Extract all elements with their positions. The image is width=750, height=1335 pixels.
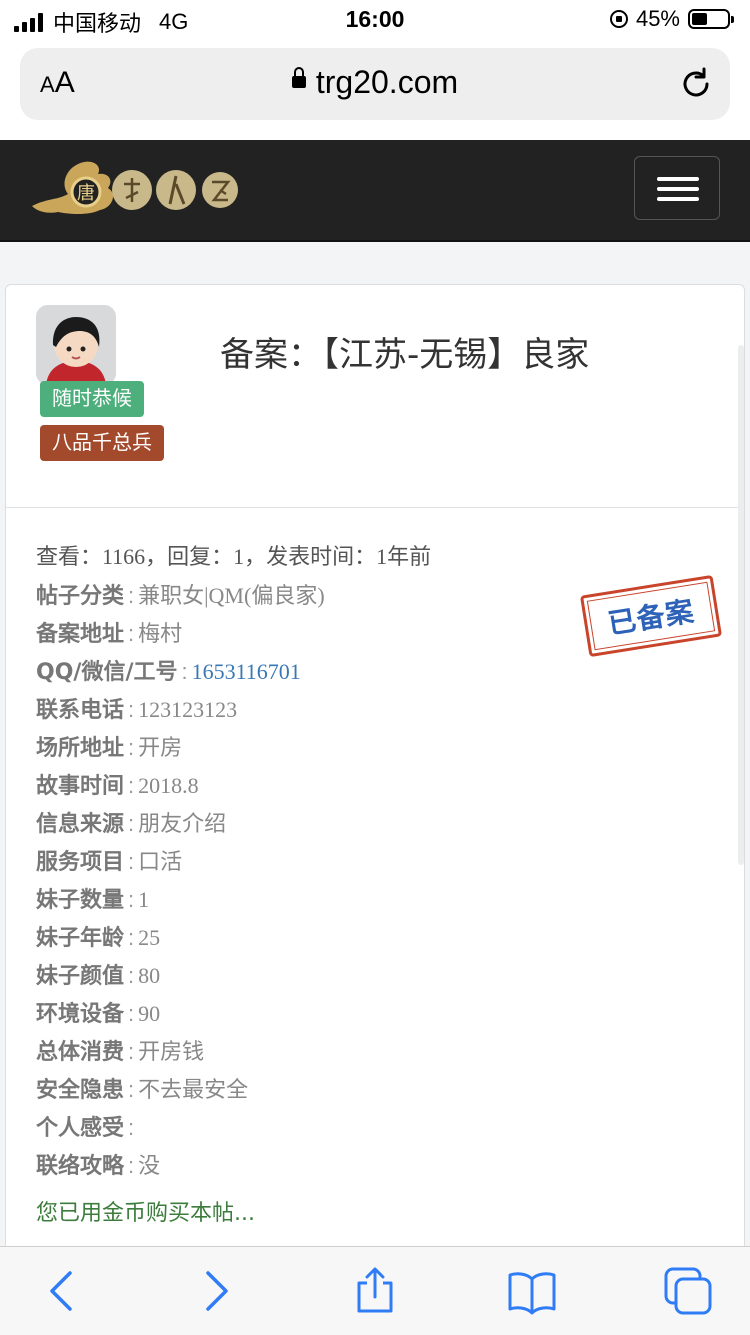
post-header: 随时恭候 八品千总兵 备案：【江苏-无锡】良家 xyxy=(6,285,744,508)
rotation-lock-icon xyxy=(609,10,628,28)
field-value: 口活 xyxy=(138,849,183,874)
field-separator: : xyxy=(128,1001,135,1026)
field-label: 场所地址 xyxy=(36,736,125,761)
post-field-row: 帖子分类: 兼职女|QM(偏良家) xyxy=(36,577,325,615)
field-value: 25 xyxy=(138,925,161,950)
scrollbar[interactable] xyxy=(738,345,744,865)
url-text: trg20.com xyxy=(315,64,459,100)
post-field-row: 妹子年龄:25 xyxy=(36,919,325,957)
field-value: 开房 xyxy=(138,735,183,760)
avatar[interactable] xyxy=(36,305,116,385)
field-separator: : xyxy=(128,963,135,988)
post-field-row: QQ/微信/工号:1653116701 xyxy=(36,653,325,691)
user-badge-rank: 八品千总兵 xyxy=(40,425,164,461)
browser-address-area: AA trg20.com xyxy=(0,44,750,140)
field-label: 环境设备 xyxy=(36,1002,125,1027)
field-value: 梅村 xyxy=(138,621,183,646)
field-label: QQ/微信/工号 xyxy=(36,660,178,685)
post-field-row: 信息来源: 朋友介绍 xyxy=(36,805,325,843)
field-separator: : xyxy=(128,621,135,646)
site-header: 唐 xyxy=(0,140,750,242)
status-bar: 中国移动 4G 16:00 45% xyxy=(0,0,750,44)
field-label: 帖子分类 xyxy=(36,584,125,609)
post-field-row: 个人感受: xyxy=(36,1109,325,1147)
url-display[interactable]: trg20.com xyxy=(20,64,730,101)
field-value: 没 xyxy=(138,1153,161,1178)
field-label: 妹子颜值 xyxy=(36,964,125,989)
field-label: 妹子年龄 xyxy=(36,926,125,951)
browser-toolbar xyxy=(0,1246,750,1335)
field-separator: : xyxy=(128,1039,135,1064)
forward-icon[interactable] xyxy=(192,1267,240,1315)
post-field-row: 联系电话:123123123 xyxy=(36,691,325,729)
field-value: 开房钱 xyxy=(138,1039,205,1064)
field-separator: : xyxy=(128,735,135,760)
field-label: 服务项目 xyxy=(36,850,125,875)
registered-stamp: 已备案 xyxy=(579,574,723,658)
battery-icon xyxy=(688,9,734,29)
field-value: 兼职女|QM(偏良家) xyxy=(138,583,325,608)
post-field-row: 备案地址: 梅村 xyxy=(36,615,325,653)
field-separator: : xyxy=(128,1153,135,1178)
field-value: 1 xyxy=(138,887,150,912)
hamburger-icon xyxy=(657,177,699,181)
post-field-row: 服务项目: 口活 xyxy=(36,843,325,881)
field-label: 故事时间 xyxy=(36,774,125,799)
svg-text:唐: 唐 xyxy=(77,183,95,204)
field-label: 安全隐患 xyxy=(36,1078,125,1103)
back-icon[interactable] xyxy=(38,1267,86,1315)
post-field-row: 总体消费: 开房钱 xyxy=(36,1033,325,1071)
field-label: 备案地址 xyxy=(36,622,125,647)
battery-percent: 45% xyxy=(635,6,680,31)
field-label: 个人感受 xyxy=(36,1116,125,1141)
field-separator: : xyxy=(128,849,135,874)
field-value: 朋友介绍 xyxy=(138,811,227,836)
field-separator: : xyxy=(128,773,135,798)
field-separator: : xyxy=(128,925,135,950)
stamp-text: 已备案 xyxy=(605,594,697,641)
address-bar[interactable]: AA trg20.com xyxy=(20,48,730,120)
bookmarks-icon[interactable] xyxy=(508,1267,556,1315)
user-badge-status: 随时恭候 xyxy=(40,381,144,417)
field-separator: : xyxy=(128,887,135,912)
field-label: 联络攻略 xyxy=(36,1154,125,1179)
dragon-logo-icon[interactable]: 唐 xyxy=(28,154,238,226)
field-value: 80 xyxy=(138,963,161,988)
field-separator: : xyxy=(128,1115,135,1140)
post-field-row: 安全隐患: 不去最安全 xyxy=(36,1071,325,1109)
field-separator: : xyxy=(128,1077,135,1102)
field-value: 2018.8 xyxy=(138,773,199,798)
tabs-icon[interactable] xyxy=(664,1267,712,1315)
field-separator: : xyxy=(128,583,135,608)
field-value: 不去最安全 xyxy=(138,1077,249,1102)
field-separator: : xyxy=(128,811,135,836)
padlock-icon xyxy=(291,66,306,88)
field-label: 联系电话 xyxy=(36,698,125,723)
reload-icon[interactable] xyxy=(678,66,714,102)
post-title: 备案：【江苏-无锡】良家 xyxy=(220,335,590,375)
post-meta: 查看：1166，回复：1，发表时间：1年前 xyxy=(36,544,432,569)
field-value: 90 xyxy=(138,1001,161,1026)
post-field-row: 环境设备:90 xyxy=(36,995,325,1033)
menu-toggle-button[interactable] xyxy=(634,156,720,220)
post-fields: 帖子分类: 兼职女|QM(偏良家) 备案地址: 梅村 QQ/微信/工号:16531167… xyxy=(36,577,325,1185)
post-field-row: 妹子数量:1 xyxy=(36,881,325,919)
post-card: 随时恭候 八品千总兵 备案：【江苏-无锡】良家 查看：1166，回复：1，发表时… xyxy=(5,284,745,1284)
field-label: 总体消费 xyxy=(36,1040,125,1065)
purchased-note: 您已用金币购买本帖... xyxy=(36,1201,255,1226)
post-field-row: 故事时间:2018.8 xyxy=(36,767,325,805)
post-field-row: 联络攻略: 没 xyxy=(36,1147,325,1185)
field-value: 123123123 xyxy=(138,697,238,722)
field-label: 妹子数量 xyxy=(36,888,125,913)
field-label: 信息来源 xyxy=(36,812,125,837)
field-separator: : xyxy=(128,697,135,722)
post-field-row: 场所地址: 开房 xyxy=(36,729,325,767)
contact-id-link[interactable]: 1653116701 xyxy=(192,659,301,684)
share-icon[interactable] xyxy=(351,1267,399,1315)
field-separator: : xyxy=(181,659,188,684)
post-field-row: 妹子颜值:80 xyxy=(36,957,325,995)
